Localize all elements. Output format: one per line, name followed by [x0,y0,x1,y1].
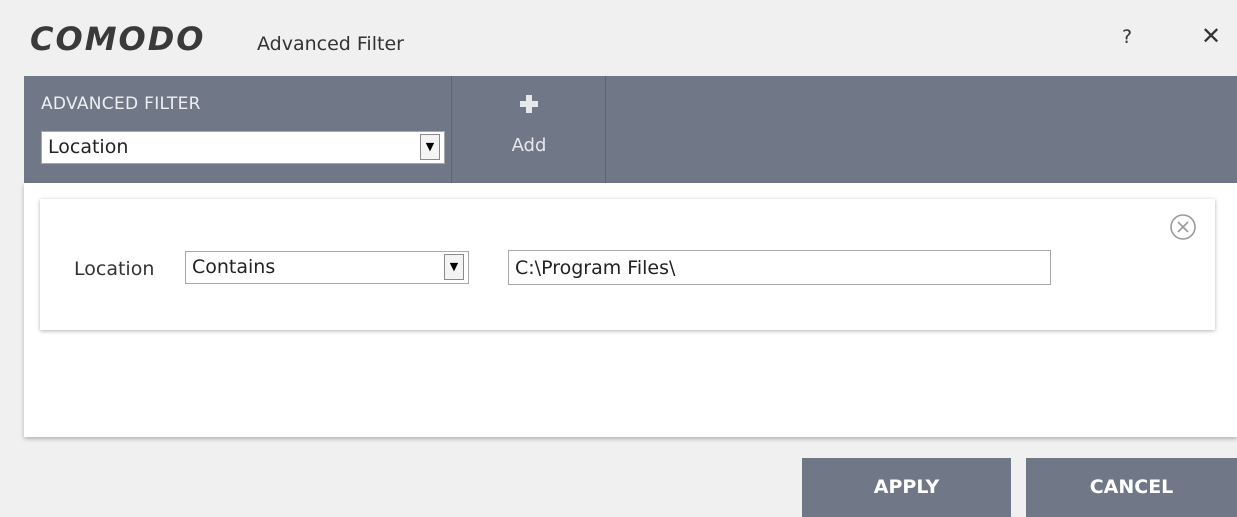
filter-type-value: Location [48,136,129,158]
cancel-button[interactable]: CANCEL [1026,458,1237,517]
dropdown-arrow-icon[interactable]: ▼ [420,134,440,160]
rule-field-label: Location [74,258,155,280]
add-filter-button[interactable]: Add [452,76,606,183]
title-bar: COMODO Advanced Filter ? ✕ [0,0,1237,76]
operator-select[interactable]: Contains ▼ [185,251,469,284]
operator-value: Contains [192,256,276,278]
help-button[interactable]: ? [1115,22,1139,52]
add-filter-label: Add [511,135,547,156]
rule-value-input[interactable] [508,250,1051,285]
apply-button[interactable]: APPLY [802,458,1011,517]
comodo-logo: COMODO [30,20,206,58]
window-title: Advanced Filter [257,33,404,55]
close-button[interactable]: ✕ [1196,20,1226,52]
filter-rule-card: Location Contains ▼ [40,199,1215,330]
filter-type-select[interactable]: Location ▼ [41,131,445,164]
dropdown-arrow-icon[interactable]: ▼ [444,254,464,280]
advanced-filter-heading: ADVANCED FILTER [41,94,201,114]
remove-circle-icon[interactable] [1169,213,1197,241]
advanced-filter-group: ADVANCED FILTER Location ▼ [24,76,452,183]
filter-toolbar: ADVANCED FILTER Location ▼ Add [24,76,1237,183]
plus-icon [519,94,539,114]
filter-rules-panel: Location Contains ▼ [24,183,1237,437]
